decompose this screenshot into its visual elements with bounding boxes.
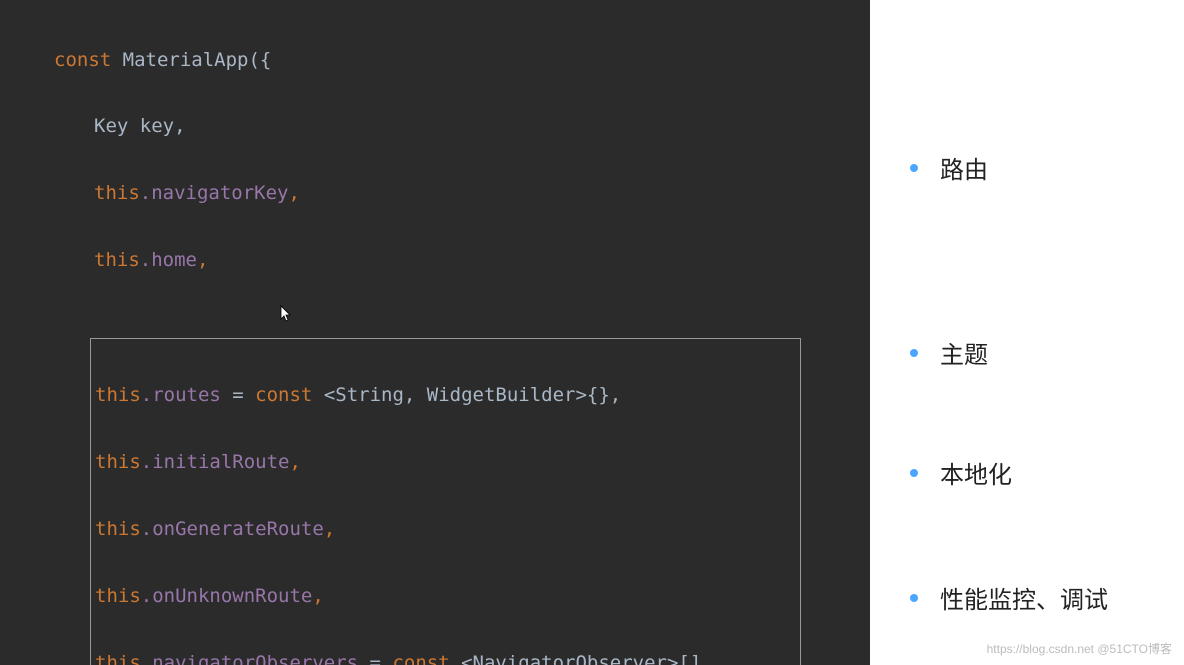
code-line: this.routes = const <String, WidgetBuild…: [95, 384, 800, 406]
class-name: MaterialApp: [123, 49, 249, 71]
bullet-dot-icon: [910, 469, 918, 477]
bullet-label: 路由: [940, 150, 988, 185]
code-line: Key key,: [14, 115, 856, 137]
bullet-localization: 本地化: [910, 455, 1184, 490]
watermark-text: https://blog.csdn.net @51CTO博客: [987, 640, 1172, 657]
bullet-dot-icon: [910, 349, 918, 357]
keyword-const: const: [54, 49, 123, 71]
bullet-performance: 性能监控、调试: [910, 580, 1184, 615]
bullet-label: 本地化: [940, 455, 1012, 490]
bullet-label: 性能监控、调试: [940, 580, 1108, 615]
bullet-dot-icon: [910, 164, 918, 172]
code-line: this.navigatorKey,: [14, 182, 856, 204]
code-line: this.onUnknownRoute,: [95, 585, 800, 607]
bullet-routing: 路由: [910, 150, 1184, 185]
code-line: const MaterialApp({: [14, 49, 856, 71]
annotation-panel: 路由 主题 本地化 性能监控、调试: [870, 0, 1184, 665]
bullet-theme: 主题: [910, 335, 1184, 370]
code-line: this.home,: [14, 249, 856, 271]
code-line: this.onGenerateRoute,: [95, 518, 800, 540]
code-line: this.navigatorObservers = const <Navigat…: [95, 652, 800, 665]
group-routing: this.routes = const <String, WidgetBuild…: [90, 338, 801, 665]
bullet-label: 主题: [940, 335, 988, 370]
bullet-dot-icon: [910, 594, 918, 602]
code-editor[interactable]: const MaterialApp({ Key key, this.naviga…: [0, 0, 870, 665]
code-line: this.initialRoute,: [95, 451, 800, 473]
